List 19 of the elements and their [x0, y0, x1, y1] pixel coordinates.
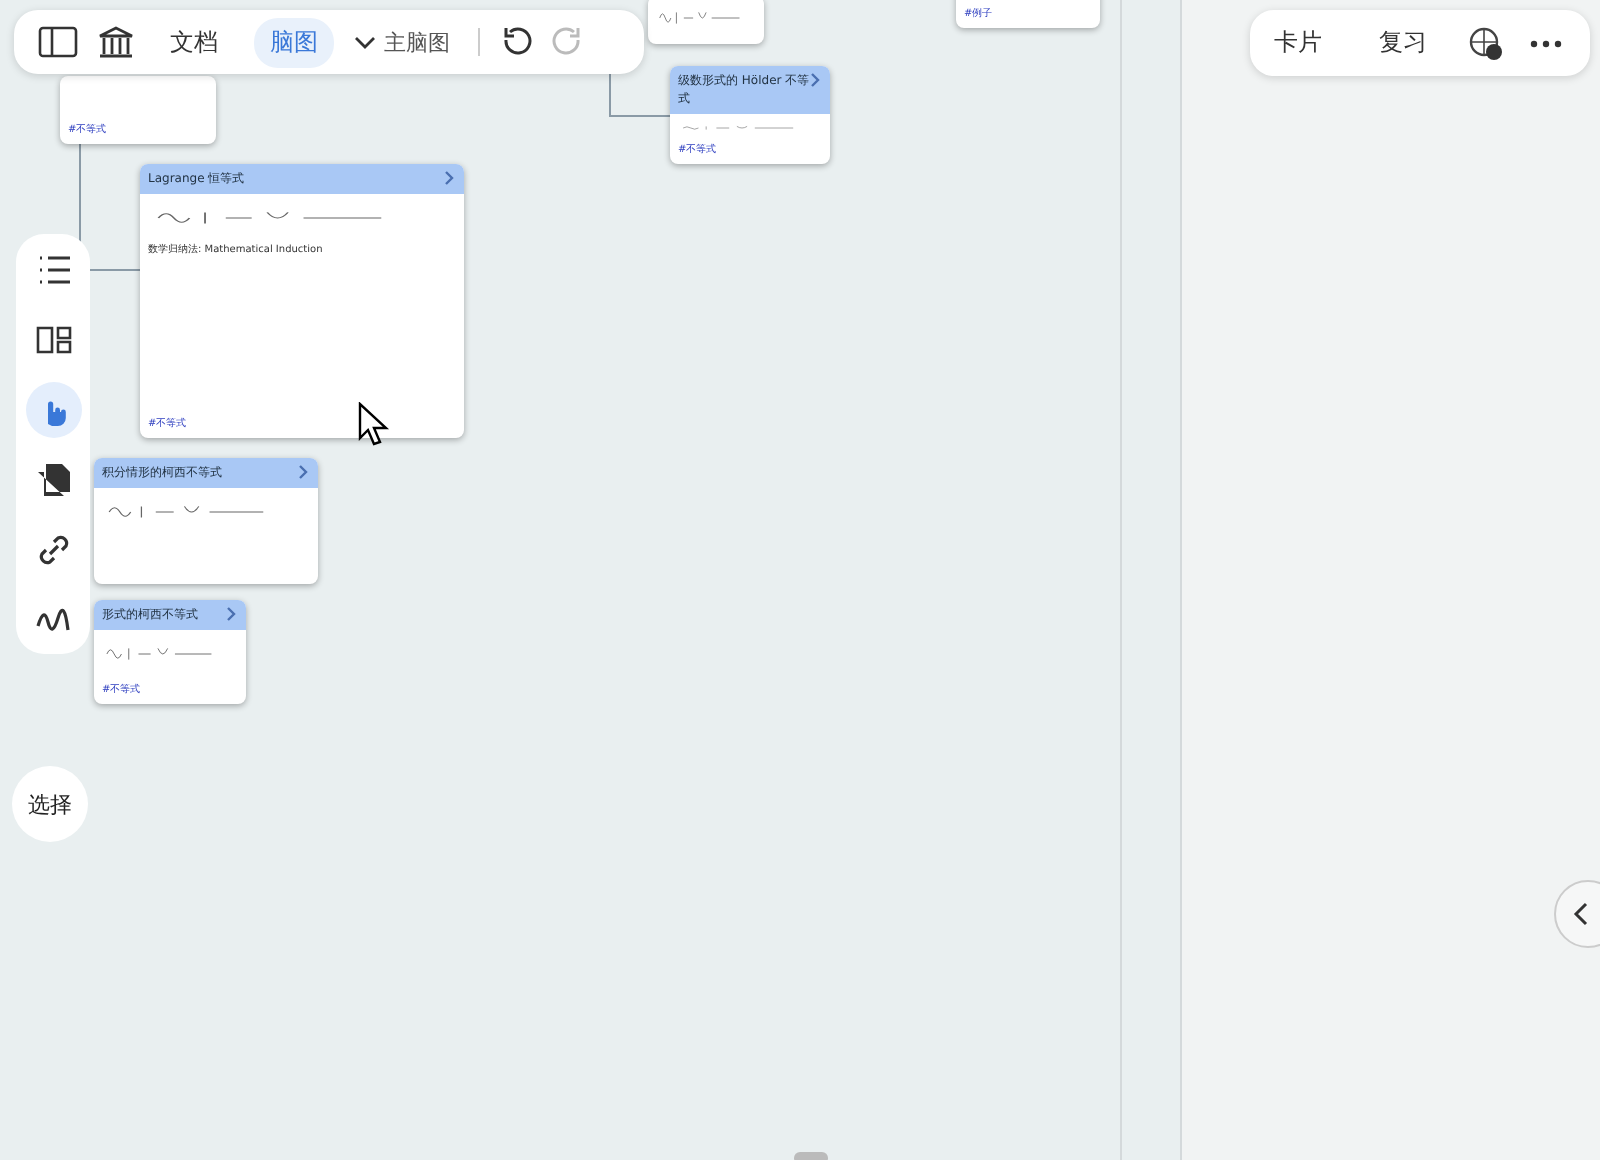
- view-tab[interactable]: 文档: [154, 17, 234, 67]
- view-tab[interactable]: 脑图: [254, 17, 334, 67]
- chevron-icon[interactable]: [810, 72, 822, 88]
- chevron-icon[interactable]: [226, 606, 238, 622]
- toolbar-button[interactable]: 卡片: [1258, 18, 1338, 68]
- chevron-icon[interactable]: [298, 464, 310, 480]
- more-icon[interactable]: [1529, 39, 1562, 47]
- globe-help-icon[interactable]: [1468, 25, 1505, 61]
- undo-icon[interactable]: [500, 26, 532, 58]
- sidebar-icon[interactable]: [38, 26, 78, 58]
- select-button[interactable]: 选择: [12, 766, 88, 842]
- chevron-icon: [1572, 902, 1588, 926]
- caret-icon: [354, 35, 376, 49]
- map-dropdown[interactable]: 主脑图: [354, 27, 480, 57]
- cursor-icon: [358, 402, 390, 446]
- chevron-icon[interactable]: [444, 170, 456, 186]
- building-icon[interactable]: [98, 25, 134, 59]
- toolbar-button[interactable]: 复习: [1363, 18, 1444, 68]
- hand-icon[interactable]: [25, 381, 81, 437]
